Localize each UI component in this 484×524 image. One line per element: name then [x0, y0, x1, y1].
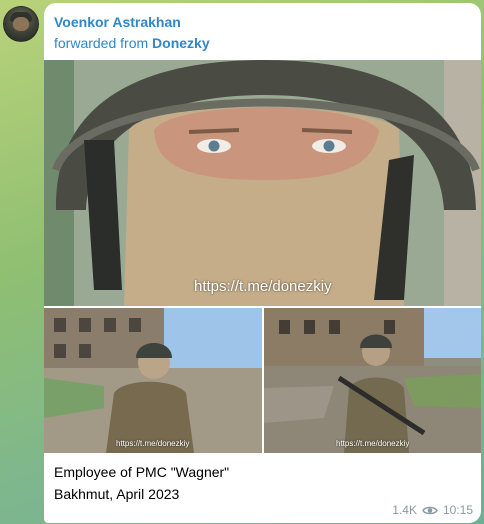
photo-main[interactable]: https://t.me/donezkiy: [44, 60, 481, 306]
view-count: 1.4K: [392, 503, 417, 517]
message-caption: Employee of PMC "Wagner" Bakhmut, April …: [54, 461, 229, 505]
message-header: Voenkor Astrakhan forwarded from Donezky: [54, 13, 210, 52]
forwarded-prefix: forwarded from: [54, 35, 149, 51]
eye-icon: [422, 506, 438, 514]
photo-right-illustration: [264, 308, 481, 453]
photo-bottom-right[interactable]: https://t.me/donezkiy: [264, 308, 481, 453]
photo-right-watermark: https://t.me/donezkiy: [336, 439, 410, 448]
sender-name[interactable]: Voenkor Astrakhan: [54, 13, 210, 31]
forwarded-line: forwarded from Donezky: [54, 34, 210, 52]
avatar-face: [13, 17, 29, 31]
caption-line-2: Bakhmut, April 2023: [54, 486, 180, 502]
photo-main-watermark: https://t.me/donezkiy: [194, 278, 332, 295]
message-meta: 1.4K 10:15: [392, 503, 473, 517]
channel-avatar[interactable]: [3, 6, 39, 42]
photo-left-watermark: https://t.me/donezkiy: [116, 439, 190, 448]
photo-bottom-left[interactable]: https://t.me/donezkiy: [44, 308, 262, 453]
caption-line-1: Employee of PMC "Wagner": [54, 464, 230, 480]
forwarded-source[interactable]: Donezky: [152, 35, 210, 51]
photo-main-illustration: [44, 60, 481, 306]
message-time: 10:15: [442, 503, 473, 517]
message-bubble: Voenkor Astrakhan forwarded from Donezky: [44, 3, 481, 523]
photo-left-illustration: [44, 308, 262, 453]
